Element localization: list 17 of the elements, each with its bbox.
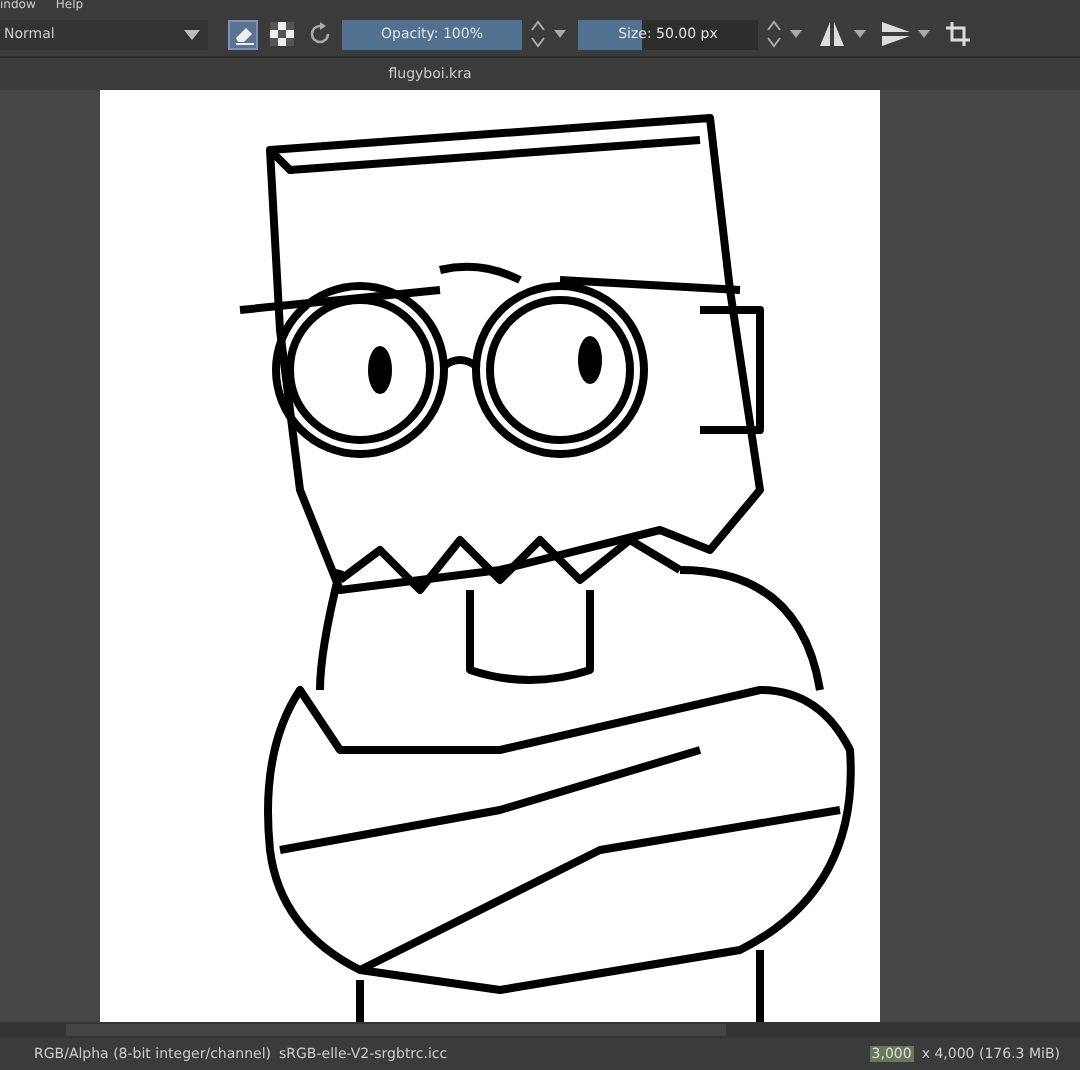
scrollbar-thumb[interactable] [66, 1024, 726, 1036]
eraser-button[interactable] [228, 19, 258, 49]
crop-icon[interactable] [946, 22, 970, 46]
mirror-horizontal-icon[interactable] [818, 22, 846, 46]
mirror-vertical-icon[interactable] [882, 22, 910, 46]
caret-icon[interactable] [854, 30, 866, 38]
alpha-lock-button[interactable] [266, 19, 296, 49]
eraser-icon [231, 22, 255, 46]
reload-icon [307, 22, 331, 46]
caret-icon[interactable] [554, 30, 566, 38]
canvas-area[interactable] [0, 90, 1080, 1022]
checkerboard-icon [269, 22, 293, 46]
spin-arrows-icon[interactable] [766, 20, 782, 48]
caret-icon[interactable] [790, 30, 802, 38]
caret-icon[interactable] [918, 30, 930, 38]
spin-arrows-icon[interactable] [530, 20, 546, 48]
caret-icon [184, 29, 200, 39]
